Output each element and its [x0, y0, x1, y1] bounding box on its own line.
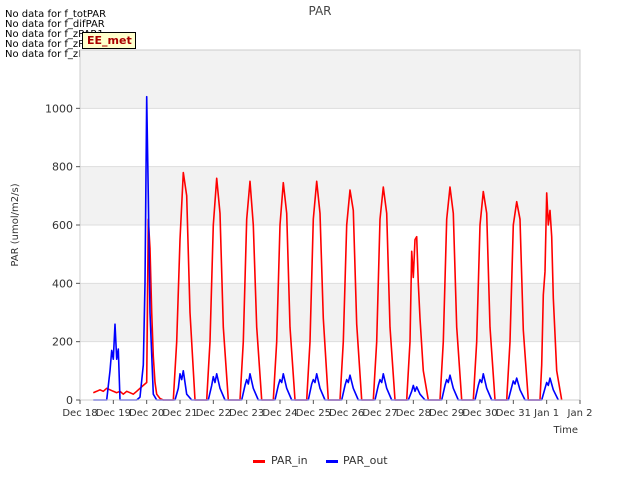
legend: PAR_in PAR_out [0, 453, 640, 469]
y-tick-label: 0 [66, 394, 73, 407]
x-tick-label: Dec 19 [96, 408, 131, 419]
par-chart: 02004006008001000Dec 18Dec 19Dec 20Dec 2… [10, 49, 593, 436]
y-tick-label: 600 [52, 219, 73, 232]
x-tick-label: Dec 20 [129, 408, 164, 419]
x-tick-label: Jan 2 [567, 408, 593, 419]
x-tick-label: Dec 24 [262, 408, 297, 419]
x-tick-label: Jan 1 [533, 408, 559, 419]
x-tick-label: Dec 23 [229, 408, 264, 419]
x-tick-label: Dec 22 [196, 408, 231, 419]
y-tick-label: 1000 [45, 102, 73, 115]
y-tick-label: 800 [52, 161, 73, 174]
y-axis-label: PAR (umol/m2/s) [10, 183, 21, 266]
x-tick-label: Dec 18 [62, 408, 97, 419]
legend-swatch-par-out [326, 460, 338, 463]
x-tick-label: Dec 29 [429, 408, 464, 419]
site-tag: EE_met [82, 32, 136, 49]
grid-band [80, 166, 580, 225]
y-tick-label: 400 [52, 277, 73, 290]
legend-label-par-out: PAR_out [343, 454, 388, 467]
y-tick-label: 200 [52, 336, 73, 349]
x-axis-label: Time [553, 425, 578, 436]
x-tick-label: Dec 28 [396, 408, 431, 419]
x-tick-label: Dec 30 [462, 408, 497, 419]
x-tick-label: Dec 31 [496, 408, 531, 419]
x-tick-label: Dec 27 [362, 408, 397, 419]
grid-band [80, 50, 580, 109]
x-tick-label: Dec 25 [296, 408, 331, 419]
x-tick-label: Dec 21 [162, 408, 197, 419]
legend-swatch-par-in [253, 460, 265, 463]
legend-label-par-in: PAR_in [271, 454, 308, 467]
grid-band [80, 283, 580, 342]
x-tick-label: Dec 26 [329, 408, 364, 419]
